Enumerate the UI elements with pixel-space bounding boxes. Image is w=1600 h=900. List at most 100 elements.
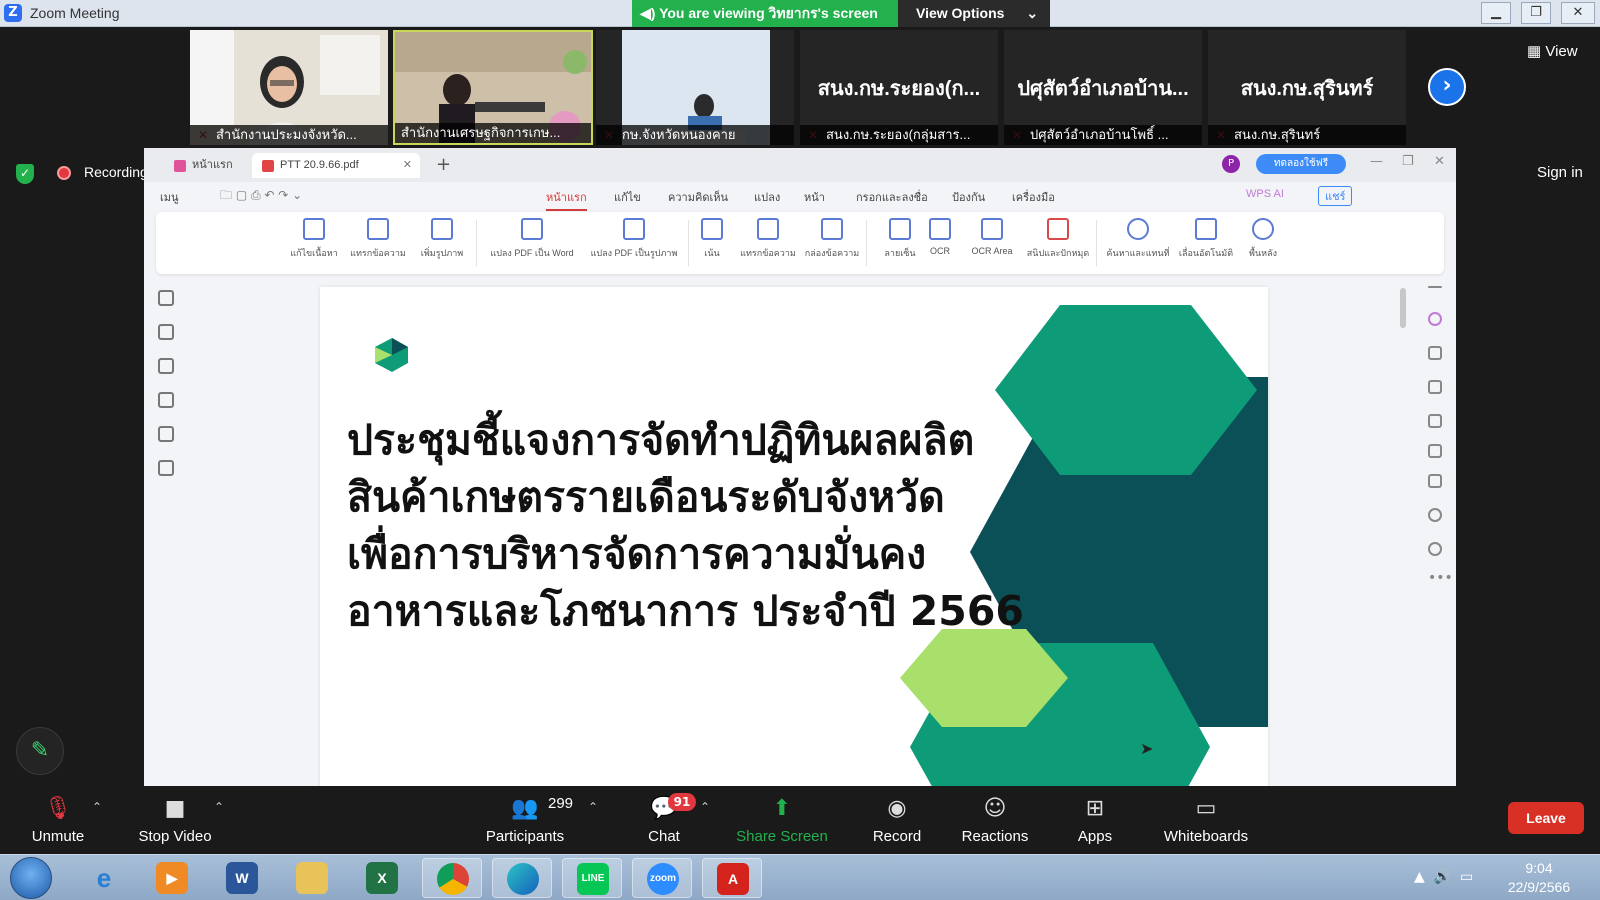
collapse-icon[interactable] xyxy=(1428,286,1442,288)
comment-icon[interactable] xyxy=(158,358,174,374)
menu-main[interactable]: เมนู xyxy=(160,188,179,206)
system-tray-icons[interactable]: ▲ 🔊 ▭ xyxy=(1414,869,1473,885)
chat-caret-icon[interactable]: ⌃ xyxy=(700,800,710,814)
sign-in-link[interactable]: Sign in xyxy=(1537,164,1583,181)
wps-close-icon[interactable]: ✕ xyxy=(1434,154,1445,169)
excel-icon: X xyxy=(366,862,398,894)
ribbon-insert-text-2[interactable]: แทรกข้อความ xyxy=(736,218,800,268)
video-options-caret-icon[interactable]: ⌃ xyxy=(214,800,224,814)
help-icon[interactable] xyxy=(1428,542,1442,556)
wps-minimize-icon[interactable]: — xyxy=(1370,154,1383,169)
wps-ai-button[interactable]: WPS AI xyxy=(1246,188,1284,200)
apps-button[interactable]: ⊞ Apps xyxy=(1070,786,1120,854)
menu-comments[interactable]: ความคิดเห็น xyxy=(668,188,728,206)
chrome-taskbar-button[interactable] xyxy=(422,858,482,898)
restore-button[interactable]: ❐ xyxy=(1521,2,1551,24)
participant-tile[interactable]: ปศุสัตว์อำเภอบ้าน... ✕ ปศุสัตว์อำเภอบ้าน… xyxy=(1004,30,1204,145)
menu-home[interactable]: หน้าแรก xyxy=(546,188,587,211)
quick-access-icons[interactable]: 🗀 ▢ ⎙ ↶ ↷ ⌄ xyxy=(220,186,302,207)
unmute-button[interactable]: 🎙 Unmute xyxy=(24,786,92,854)
tab-pdf-file[interactable]: PTT 20.9.66.pdf ✕ xyxy=(252,153,420,178)
start-button-icon[interactable] xyxy=(10,857,52,899)
media-player-taskbar-button[interactable]: ▶ xyxy=(142,858,202,898)
excel-taskbar-button[interactable]: X xyxy=(352,858,412,898)
ribbon-auto-scroll[interactable]: เลื่อนอัตโนมัติ xyxy=(1174,218,1238,268)
zoom-taskbar-button[interactable]: zoom xyxy=(632,858,692,898)
word-taskbar-button[interactable]: W xyxy=(212,858,272,898)
menu-protect[interactable]: ป้องกัน xyxy=(952,188,985,206)
try-free-button[interactable]: ทดลองใช้ฟรี xyxy=(1256,154,1346,174)
ribbon-insert-text[interactable]: แทรกข้อความ xyxy=(346,218,410,268)
tab-home[interactable]: หน้าแรก xyxy=(164,153,246,178)
word-icon: W xyxy=(226,862,258,894)
whiteboards-button[interactable]: ▭ Whiteboards xyxy=(1156,786,1256,854)
annotate-pencil-icon[interactable]: ✎ xyxy=(16,727,64,775)
save-icon[interactable] xyxy=(1428,474,1442,488)
view-layout-button[interactable]: ▦ View xyxy=(1527,42,1578,60)
next-page-arrow-icon[interactable]: › xyxy=(1428,68,1466,106)
format-icon[interactable] xyxy=(1428,444,1442,458)
bookmark-icon[interactable] xyxy=(158,290,174,306)
file-explorer-taskbar-button[interactable] xyxy=(282,858,342,898)
ribbon-pdf-to-image[interactable]: แปลง PDF เป็นรูปภาพ xyxy=(586,218,682,268)
wps-restore-icon[interactable]: ❐ xyxy=(1402,154,1414,169)
document-icon[interactable] xyxy=(1428,380,1442,394)
ribbon-highlight[interactable]: เน้น xyxy=(690,218,734,268)
ai-assistant-icon[interactable] xyxy=(1428,312,1442,326)
grid-icon: ▦ xyxy=(1527,43,1546,60)
share-doc-button[interactable]: แชร์ xyxy=(1318,186,1353,206)
ribbon-label: แทรกข้อความ xyxy=(740,248,796,258)
ribbon-find-replace[interactable]: ค้นหาและแทนที่ xyxy=(1106,218,1170,268)
menu-edit[interactable]: แก้ไข xyxy=(614,188,641,206)
taskbar-clock[interactable]: 9:04 22/9/2566 xyxy=(1504,859,1574,897)
menu-fill-sign[interactable]: กรอกและลงชื่อ xyxy=(856,188,928,206)
internet-explorer-taskbar-button[interactable]: e xyxy=(74,858,134,898)
ribbon-edit-content[interactable]: แก้ไขเนื้อหา xyxy=(282,218,346,268)
ribbon-ocr-area[interactable]: OCR Area xyxy=(960,218,1024,268)
participant-tile[interactable]: สนง.กษ.ระยอง(ก... ✕ สนง.กษ.ระยอง(กลุ่มสา… xyxy=(800,30,1000,145)
sign-icon[interactable] xyxy=(1428,414,1442,428)
text-box-icon xyxy=(757,218,779,240)
minimize-button[interactable]: ▁ xyxy=(1481,2,1511,24)
ribbon-text-box[interactable]: กล่องข้อความ xyxy=(800,218,864,268)
participant-tile[interactable]: ✕ กษ.จังหวัดหนองคาย xyxy=(596,30,796,145)
zoom-search-icon[interactable] xyxy=(1428,508,1442,522)
participant-tile-active[interactable]: สำนักงานเศรษฐกิจการเกษ... xyxy=(393,30,593,145)
view-options-button[interactable]: View Options ⌄ xyxy=(898,0,1050,27)
participant-name: สนง.กษ.สุรินทร์ xyxy=(1208,125,1406,145)
close-button[interactable]: ✕ xyxy=(1561,2,1595,24)
record-button[interactable]: ◉ Record xyxy=(862,786,932,854)
ribbon-pdf-to-word[interactable]: แปลง PDF เป็น Word xyxy=(486,218,578,268)
participant-tile[interactable]: สนง.กษ.สุรินทร์ ✕ สนง.กษ.สุรินทร์ xyxy=(1208,30,1408,145)
more-icon[interactable]: ••• xyxy=(1428,570,1453,586)
recording-label[interactable]: Recording xyxy=(84,164,148,180)
edit-icon[interactable] xyxy=(1428,346,1442,360)
menu-tools[interactable]: เครื่องมือ xyxy=(1012,188,1055,206)
reactions-button[interactable]: ☺ Reactions xyxy=(954,786,1036,854)
chevron-down-icon: ⌄ xyxy=(1026,5,1039,21)
leave-button[interactable]: Leave xyxy=(1508,802,1584,834)
acrobat-taskbar-button[interactable]: A xyxy=(702,858,762,898)
close-tab-icon[interactable]: ✕ xyxy=(403,153,412,178)
ribbon-background[interactable]: พื้นหลัง xyxy=(1236,218,1290,268)
thumbnail-icon[interactable] xyxy=(158,324,174,340)
vertical-scrollbar[interactable] xyxy=(1400,288,1406,328)
edge-taskbar-button[interactable] xyxy=(492,858,552,898)
menu-convert[interactable]: แปลง xyxy=(754,188,780,206)
ribbon-snip-pin[interactable]: สนิปและปักหมุด xyxy=(1026,218,1090,268)
encryption-shield-icon[interactable]: ✓ xyxy=(16,164,34,184)
signature-icon[interactable] xyxy=(158,426,174,442)
new-tab-icon[interactable]: + xyxy=(436,154,451,175)
ribbon-add-image[interactable]: เพิ่มรูปภาพ xyxy=(410,218,474,268)
user-avatar[interactable]: P xyxy=(1222,155,1240,173)
layers-icon[interactable] xyxy=(158,460,174,476)
audio-options-caret-icon[interactable]: ⌃ xyxy=(92,800,102,814)
stop-video-button[interactable]: ■ Stop Video xyxy=(130,786,220,854)
menu-page[interactable]: หน้า xyxy=(804,188,825,206)
participant-tile[interactable]: ✕ สำนักงานประมงจังหวัด... xyxy=(190,30,390,145)
share-screen-button[interactable]: ⬆ Share Screen xyxy=(734,786,830,854)
ribbon-ocr[interactable]: OCR xyxy=(918,218,962,268)
attachment-icon[interactable] xyxy=(158,392,174,408)
participants-caret-icon[interactable]: ⌃ xyxy=(588,800,598,814)
line-taskbar-button[interactable]: LINE xyxy=(562,858,622,898)
